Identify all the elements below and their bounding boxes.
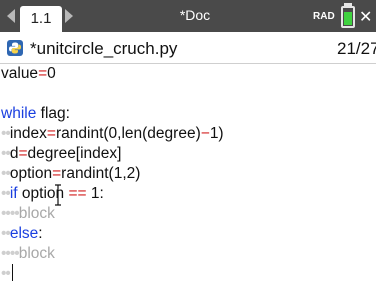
operator: = <box>18 145 28 162</box>
keyword: if <box>9 185 18 202</box>
top-bar: 1.1 *Doc RAD ✕ <box>0 0 376 32</box>
arrow-right-icon[interactable] <box>65 9 73 23</box>
text-cursor <box>12 264 13 281</box>
code-text: 1: <box>86 185 104 202</box>
indent-dots: •• <box>1 145 11 162</box>
indent-dots: •• <box>1 165 11 182</box>
code-text: 0 <box>47 65 56 82</box>
code-line[interactable]: ••index=randint(0,len(degree)−1) <box>1 124 224 144</box>
code-text: flag: <box>36 105 70 122</box>
code-line[interactable]: ••option=randint(1,2) <box>1 164 140 184</box>
code-line[interactable]: ••if option == 1: <box>1 184 104 204</box>
line-position: 21/27 <box>337 39 376 58</box>
code-line[interactable]: ••••block <box>1 204 55 224</box>
file-header: *unitcircle_cruch.py 21/27 <box>0 32 376 64</box>
document-title: *Doc <box>179 7 211 23</box>
placeholder-block[interactable]: block <box>19 245 55 262</box>
battery-icon <box>341 6 355 28</box>
code-text: index <box>9 125 47 142</box>
code-text: : <box>38 225 43 242</box>
angle-mode-label: RAD <box>313 11 335 22</box>
code-line[interactable]: value=0 <box>1 64 56 84</box>
code-text: 1) <box>209 125 224 142</box>
keyword: while <box>1 105 37 122</box>
code-text: degree[index] <box>27 145 122 162</box>
code-line[interactable]: ••••block <box>1 244 55 264</box>
file-name: *unitcircle_cruch.py <box>30 39 178 58</box>
python-icon <box>7 40 23 56</box>
indent-dots: •• <box>1 225 11 242</box>
indent-dots: •••• <box>1 205 20 222</box>
code-text: value <box>1 65 39 82</box>
operator: = <box>52 165 62 182</box>
ibeam-cursor-icon <box>55 184 61 206</box>
operator: = <box>38 65 48 82</box>
indent-dots: •• <box>1 125 11 142</box>
code-line[interactable]: while flag: <box>1 104 70 124</box>
operator: == <box>68 185 87 202</box>
code-line[interactable]: ••d=degree[index] <box>1 144 121 164</box>
code-text: randint(1,2) <box>61 165 141 182</box>
tab-page[interactable]: 1.1 <box>20 6 62 32</box>
code-editor[interactable]: value=0 while flag: ••index=randint(0,le… <box>0 64 376 283</box>
placeholder-block[interactable]: block <box>19 205 55 222</box>
operator: = <box>46 125 56 142</box>
indent-dots: •• <box>1 265 11 282</box>
code-text: randint(0,len(degree) <box>55 125 201 142</box>
arrow-left-icon[interactable] <box>7 9 15 23</box>
code-line[interactable]: •• <box>1 264 11 284</box>
indent-dots: •••• <box>1 245 20 262</box>
keyword: else <box>9 225 39 242</box>
indent-dots: •• <box>1 185 11 202</box>
code-line[interactable]: ••else: <box>1 224 43 244</box>
code-text: option <box>9 165 53 182</box>
close-button[interactable]: ✕ <box>359 7 372 27</box>
battery-level <box>344 12 352 25</box>
operator: − <box>200 125 210 142</box>
